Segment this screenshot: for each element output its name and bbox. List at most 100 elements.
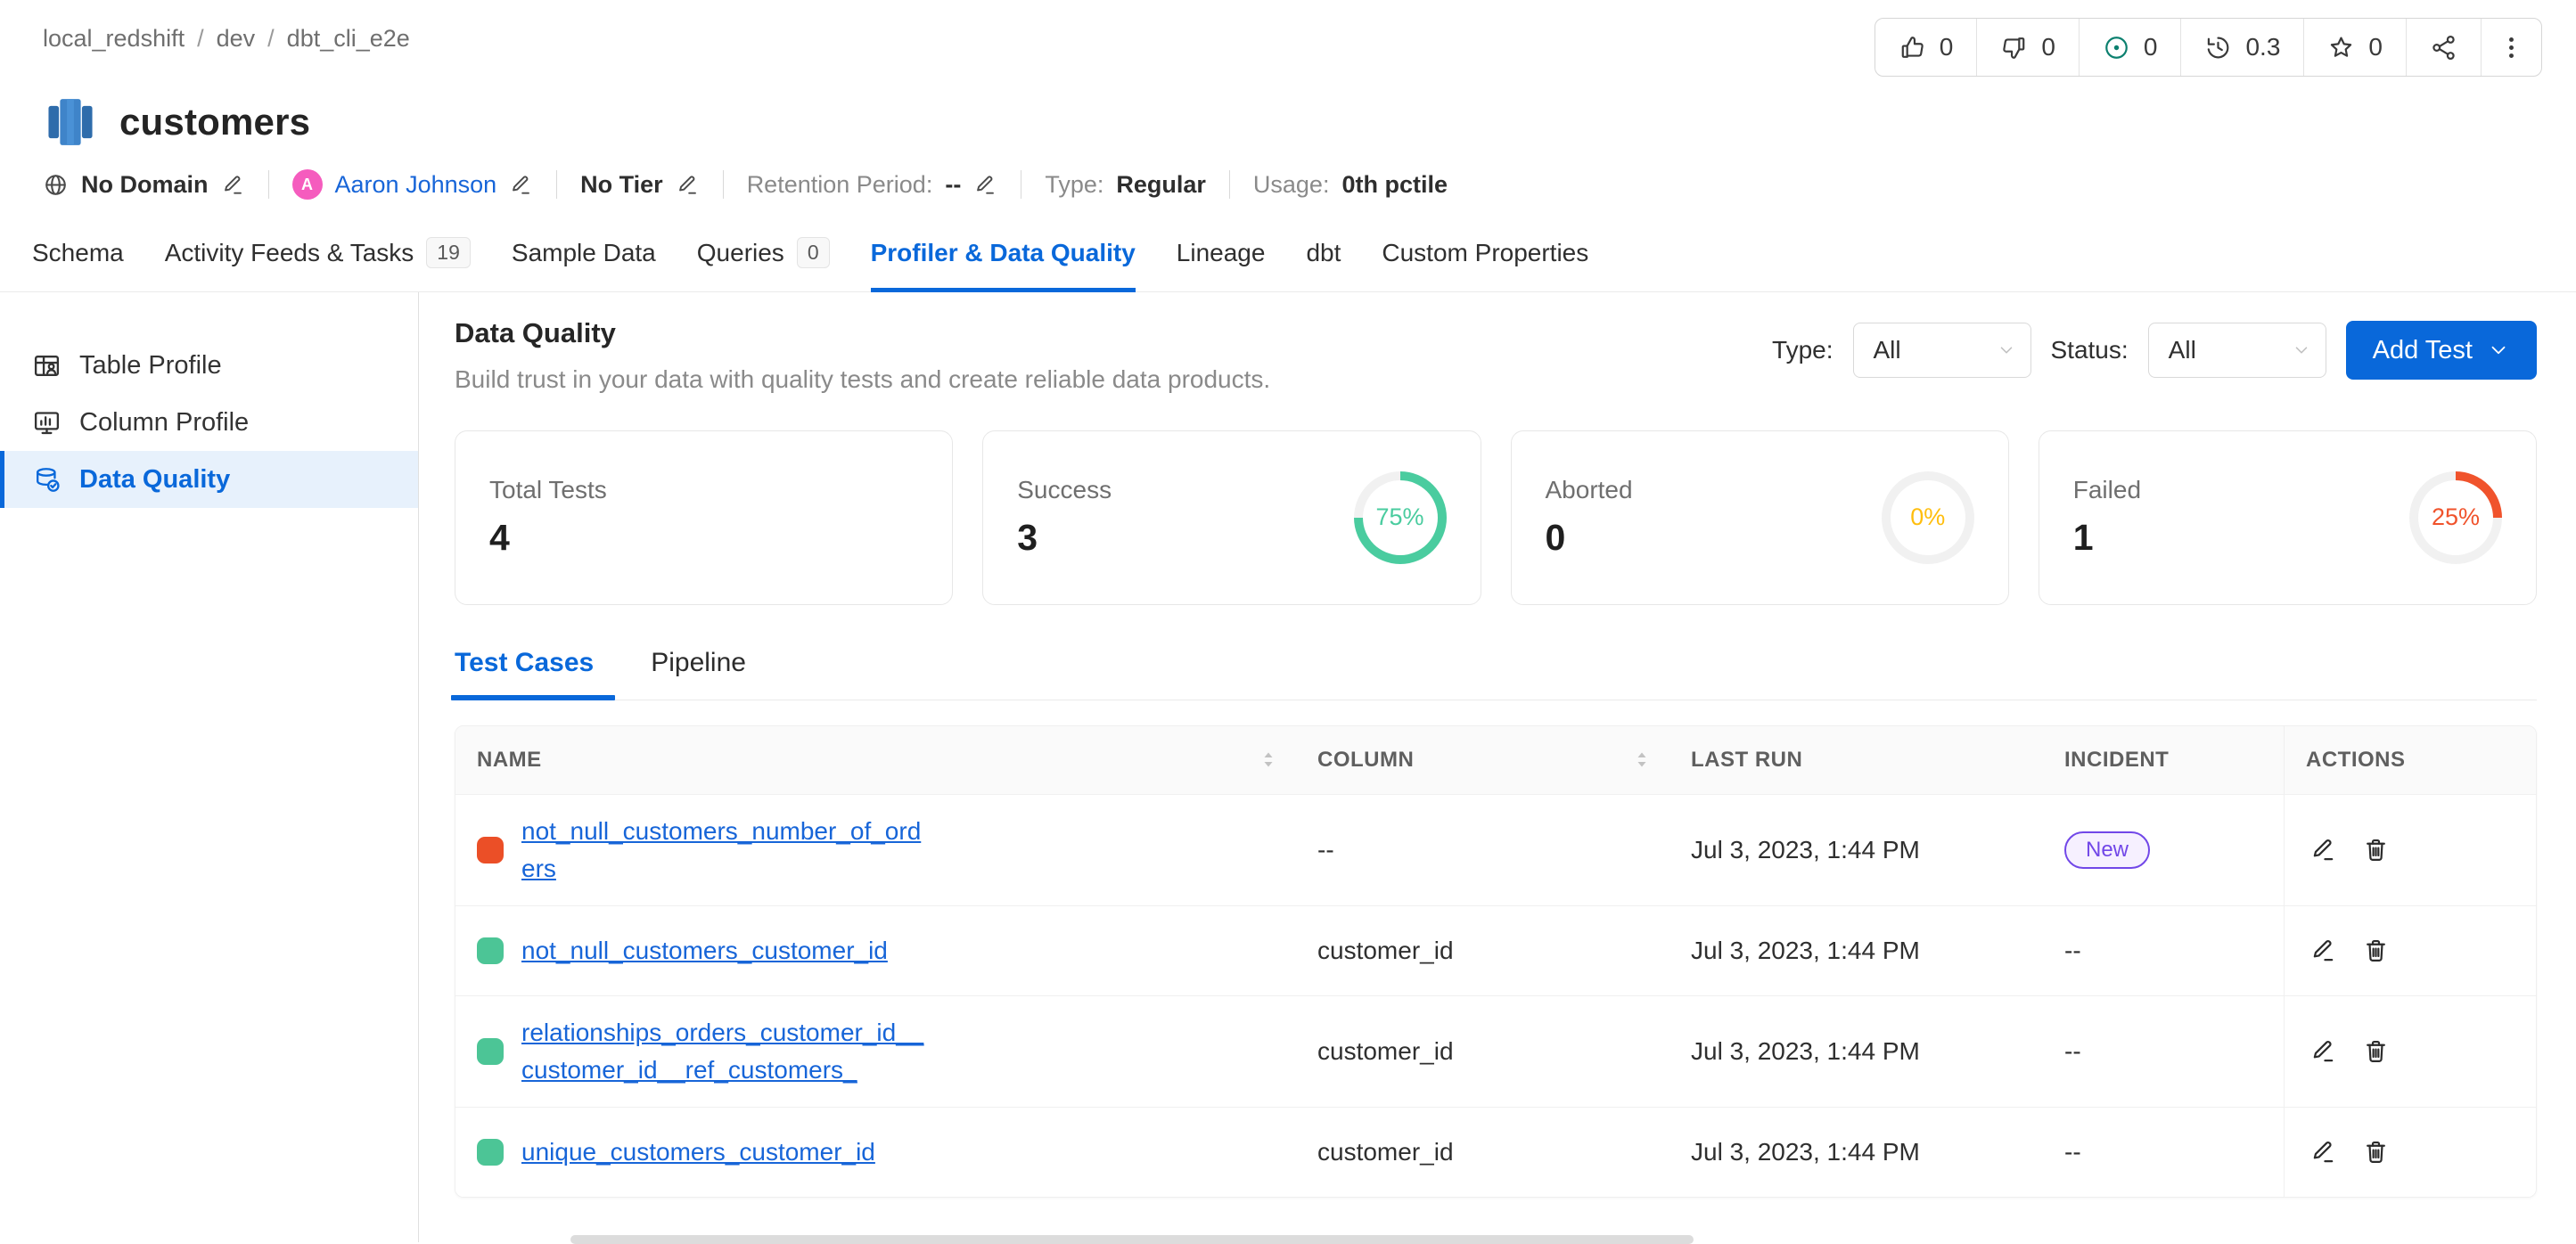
- entity-header: local_redshift / dev / dbt_cli_e2e 0 0 0: [0, 0, 2576, 200]
- table-row: not_null_customers_number_of_orders -- J…: [455, 794, 2536, 905]
- divider: [268, 170, 269, 199]
- add-test-button[interactable]: Add Test: [2346, 321, 2537, 380]
- downvote-button[interactable]: 0: [1976, 19, 2079, 76]
- tab-schema[interactable]: Schema: [32, 226, 124, 291]
- tab-lineage[interactable]: Lineage: [1177, 226, 1266, 291]
- globe-icon: [43, 172, 69, 198]
- retention-label: Retention Period:: [747, 171, 933, 199]
- table-profile-icon: [32, 351, 62, 381]
- more-options-button[interactable]: [2481, 19, 2541, 76]
- page: local_redshift / dev / dbt_cli_e2e 0 0 0: [0, 0, 2576, 1244]
- history-icon: [2204, 34, 2232, 61]
- summary-cards: Total Tests 4 Success 3 75% Aborted: [455, 430, 2537, 605]
- test-case-link[interactable]: relationships_orders_customer_id__custom…: [521, 1014, 931, 1089]
- breadcrumb-schema[interactable]: dbt_cli_e2e: [287, 25, 410, 53]
- test-column-value: customer_id: [1296, 1108, 1669, 1197]
- data-quality-panel: Data Quality Build trust in your data wi…: [419, 292, 2576, 1242]
- column-header-incident: INCIDENT: [2043, 726, 2284, 794]
- breadcrumb-database[interactable]: dev: [217, 25, 256, 53]
- tab-queries[interactable]: Queries 0: [697, 226, 830, 291]
- sidebar-item-data-quality[interactable]: Data Quality: [0, 451, 418, 508]
- donut-percent: 75%: [1375, 503, 1423, 531]
- column-header-column: COLUMN: [1296, 726, 1669, 794]
- page-title: customers: [119, 101, 310, 143]
- card-value: 0: [1546, 517, 1633, 559]
- edit-test-button[interactable]: [2309, 937, 2337, 964]
- edit-test-button[interactable]: [2309, 1037, 2337, 1065]
- tab-profiler-data-quality[interactable]: Profiler & Data Quality: [871, 226, 1136, 291]
- edit-test-button[interactable]: [2309, 1138, 2337, 1166]
- caret-down-icon: [1636, 761, 1648, 768]
- test-case-link[interactable]: not_null_customers_number_of_orders: [521, 813, 931, 888]
- test-status-indicator: [477, 837, 504, 863]
- card-label: Aborted: [1546, 476, 1633, 504]
- retention-group: Retention Period: --: [747, 171, 998, 199]
- edit-owner-button[interactable]: [509, 173, 533, 197]
- failed-card: Failed 1 25%: [2039, 430, 2537, 605]
- card-value: 1: [2073, 517, 2141, 559]
- incident-status-badge[interactable]: New: [2064, 831, 2150, 869]
- owner-avatar[interactable]: A: [292, 169, 323, 200]
- usage-group: Usage: 0th pctile: [1253, 171, 1448, 199]
- kebab-menu-icon: [2498, 34, 2525, 61]
- test-column-value: customer_id: [1296, 906, 1669, 995]
- status-filter-select[interactable]: All: [2148, 323, 2326, 378]
- test-status-indicator: [477, 937, 504, 964]
- star-icon: [2327, 34, 2355, 61]
- aborted-donut-chart: 0%: [1882, 471, 1974, 564]
- test-last-run: Jul 3, 2023, 1:44 PM: [1669, 906, 2043, 995]
- success-donut-chart: 75%: [1354, 471, 1447, 564]
- delete-test-button[interactable]: [2362, 836, 2390, 863]
- caret-down-icon: [1262, 761, 1275, 768]
- version-history-button[interactable]: 0.3: [2180, 19, 2303, 76]
- tab-pipeline[interactable]: Pipeline: [651, 648, 746, 700]
- tab-dbt[interactable]: dbt: [1306, 226, 1341, 291]
- horizontal-scrollbar[interactable]: [570, 1235, 1694, 1244]
- breadcrumb-service[interactable]: local_redshift: [43, 25, 185, 53]
- usage-label: Usage:: [1253, 171, 1330, 199]
- sidebar-item-table-profile[interactable]: Table Profile: [0, 337, 418, 394]
- table-row: unique_customers_customer_id customer_id…: [455, 1107, 2536, 1197]
- tab-activity-feeds[interactable]: Activity Feeds & Tasks 19: [165, 226, 471, 291]
- delete-test-button[interactable]: [2362, 1037, 2390, 1065]
- star-button[interactable]: 0: [2303, 19, 2406, 76]
- owner-group: A Aaron Johnson: [292, 169, 534, 200]
- type-filter-select[interactable]: All: [1853, 323, 2031, 378]
- edit-tier-button[interactable]: [676, 173, 700, 197]
- delete-test-button[interactable]: [2362, 937, 2390, 964]
- thumbs-down-icon: [2000, 34, 2028, 61]
- task-circle-icon: [2103, 34, 2130, 61]
- tab-custom-properties[interactable]: Custom Properties: [1382, 226, 1588, 291]
- delete-test-button[interactable]: [2362, 1138, 2390, 1166]
- sort-name-button[interactable]: [1262, 751, 1275, 768]
- owner-link[interactable]: Aaron Johnson: [335, 171, 497, 199]
- sort-column-button[interactable]: [1636, 751, 1648, 768]
- column-header-actions: ACTIONS: [2284, 726, 2536, 794]
- share-button[interactable]: [2406, 19, 2481, 76]
- tasks-count: 0: [2144, 33, 2158, 61]
- edit-domain-button[interactable]: [221, 173, 245, 197]
- queries-count-badge: 0: [797, 237, 830, 268]
- column-header-last-run: LAST RUN: [1669, 726, 2043, 794]
- breadcrumb-separator: /: [197, 25, 204, 53]
- card-label: Total Tests: [489, 476, 607, 504]
- incident-status: --: [2043, 1108, 2284, 1197]
- sidebar-item-column-profile[interactable]: Column Profile: [0, 394, 418, 451]
- test-case-link[interactable]: unique_customers_customer_id: [521, 1134, 875, 1171]
- donut-percent: 0%: [1910, 503, 1945, 531]
- edit-test-button[interactable]: [2309, 836, 2337, 863]
- type-group: Type: Regular: [1045, 171, 1206, 199]
- caret-up-icon: [1636, 751, 1648, 758]
- upvote-button[interactable]: 0: [1875, 19, 1977, 76]
- retention-value: --: [945, 171, 961, 199]
- test-case-link[interactable]: not_null_customers_customer_id: [521, 932, 888, 970]
- edit-retention-button[interactable]: [973, 173, 997, 197]
- tab-sample-data[interactable]: Sample Data: [512, 226, 656, 291]
- failed-donut-chart: 25%: [2409, 471, 2502, 564]
- type-label: Type:: [1045, 171, 1103, 199]
- thumbs-up-icon: [1899, 34, 1926, 61]
- card-value: 4: [489, 517, 607, 559]
- tab-test-cases[interactable]: Test Cases: [455, 648, 594, 700]
- tasks-button[interactable]: 0: [2079, 19, 2181, 76]
- chevron-down-icon: [1997, 340, 2016, 360]
